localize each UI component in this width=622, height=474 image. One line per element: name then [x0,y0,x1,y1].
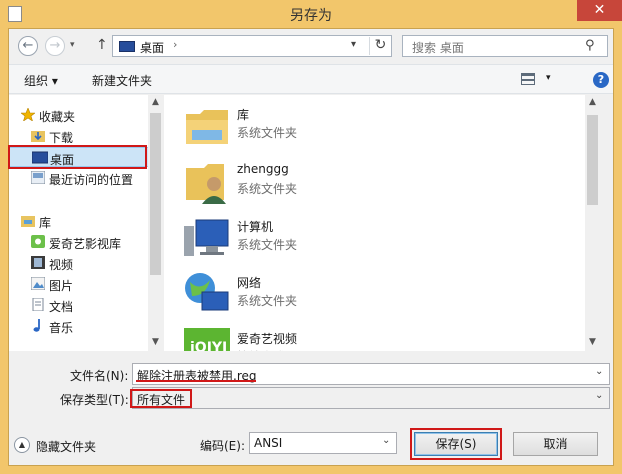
command-bar: 组织 ▾ 新建文件夹 ▾ ? [9,64,613,94]
address-bar[interactable]: 桌面 › ▾ ↻ [112,35,392,57]
nav-item-documents[interactable]: 文档 [9,295,149,315]
pictures-icon [30,276,46,291]
library-folder-icon [184,104,230,148]
desktop-highlight-box [8,145,147,169]
filetype-select[interactable]: 所有文件 ⌄ [132,387,610,409]
navigation-scrollbar[interactable]: ▲ ▼ [148,95,163,351]
recent-locations-dropdown[interactable]: ▾ [70,40,75,50]
list-item[interactable]: iQIYI 爱奇艺视频 快捷方式 [184,325,484,351]
library-icon [21,214,35,227]
network-icon [184,272,230,316]
svg-text:iQIYI: iQIYI [190,340,227,351]
search-placeholder: 搜索 桌面 [412,41,464,55]
iqiyi-library-icon [31,235,45,248]
address-dropdown-icon[interactable]: ▾ [351,39,356,50]
scroll-up-icon[interactable]: ▲ [148,97,163,107]
scroll-up-icon[interactable]: ▲ [585,97,600,107]
filename-label: 文件名(N): [70,369,129,383]
close-button[interactable]: ✕ [577,0,622,21]
navigation-pane: 收藏夹 下载 桌面 最近访问的位置 库 爱奇艺影视库 视频 图片 文档 音乐 ▲… [9,95,163,351]
file-list-scrollbar[interactable]: ▲ ▼ [585,95,600,351]
window-title: 另存为 [290,8,332,24]
encoding-dropdown-icon[interactable]: ⌄ [382,435,390,446]
encoding-value[interactable]: ANSI [254,436,282,450]
filetype-label: 保存类型(T): [60,393,129,407]
search-icon[interactable]: ⚲ [585,38,595,53]
nav-item-iqiyi-library[interactable]: 爱奇艺影视库 [9,232,149,252]
file-list: 库 系统文件夹 zhenggg 系统文件夹 计算机 系统文件夹 网络 系统文件夹… [164,95,600,351]
encoding-select[interactable]: ANSI ⌄ [249,432,397,454]
address-location[interactable]: 桌面 [140,39,164,56]
computer-icon [184,216,230,260]
music-icon [31,319,45,332]
filetype-highlight-box [130,389,192,408]
breadcrumb-chevron-icon[interactable]: › [173,38,177,51]
hide-folders-toggle[interactable]: ▲ 隐藏文件夹 [14,436,124,456]
desktop-icon [119,41,135,52]
refresh-button[interactable]: ↻ [369,37,391,55]
scroll-down-icon[interactable]: ▼ [585,337,600,347]
hide-folders-label: 隐藏文件夹 [36,440,97,454]
list-item[interactable]: 库 系统文件夹 [184,101,484,151]
filetype-dropdown-icon[interactable]: ⌄ [595,390,603,401]
nav-item-recent-places[interactable]: 最近访问的位置 [9,168,149,188]
save-highlight-box [410,428,502,460]
new-folder-button[interactable]: 新建文件夹 [92,72,152,89]
list-item[interactable]: zhenggg 系统文件夹 [184,157,484,207]
star-icon [20,107,36,122]
filename-dropdown-icon[interactable]: ⌄ [595,366,603,377]
back-button[interactable]: ← [18,36,38,56]
view-dropdown-icon[interactable]: ▾ [546,73,551,83]
encoding-label: 编码(E): [200,439,245,453]
nav-item-libraries[interactable]: 库 [9,211,149,231]
list-item[interactable]: 网络 系统文件夹 [184,269,484,319]
recent-places-icon [30,170,46,185]
iqiyi-icon: iQIYI [184,328,230,351]
nav-item-music[interactable]: 音乐 [9,316,149,336]
organize-button[interactable]: 组织 ▾ [24,72,58,89]
nav-item-videos[interactable]: 视频 [9,253,149,273]
scroll-thumb[interactable] [150,113,161,275]
user-folder-icon [184,160,230,204]
cancel-button[interactable]: 取消 [513,432,598,456]
nav-item-pictures[interactable]: 图片 [9,274,149,294]
scroll-thumb[interactable] [587,115,598,205]
search-input[interactable]: 搜索 桌面 ⚲ [402,35,608,57]
nav-item-downloads[interactable]: 下载 [9,126,149,146]
list-item[interactable]: 计算机 系统文件夹 [184,213,484,263]
documents-icon [31,297,45,312]
filename-red-underline [136,380,256,382]
video-icon [31,256,45,269]
up-button[interactable]: ↑ [96,37,108,53]
help-icon[interactable]: ? [593,72,609,88]
nav-item-favorites[interactable]: 收藏夹 [9,105,149,125]
forward-button[interactable]: → [45,36,65,56]
download-folder-icon [31,129,45,142]
view-options-icon[interactable] [521,73,535,85]
scroll-down-icon[interactable]: ▼ [148,337,163,347]
chevron-up-icon: ▲ [14,437,30,453]
